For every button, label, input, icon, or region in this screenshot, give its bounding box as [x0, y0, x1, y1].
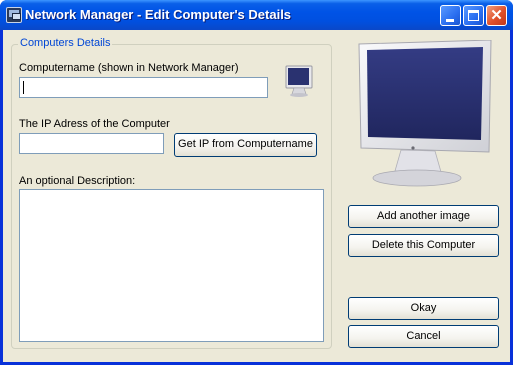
- cancel-button[interactable]: Cancel: [348, 325, 499, 348]
- delete-computer-button[interactable]: Delete this Computer: [348, 234, 499, 257]
- group-legend: Computers Details: [18, 37, 113, 49]
- computername-input[interactable]: [19, 77, 268, 98]
- okay-button[interactable]: Okay: [348, 297, 499, 320]
- monitor-icon: [285, 65, 313, 97]
- maximize-button[interactable]: [463, 5, 484, 26]
- close-button[interactable]: ✕: [486, 5, 507, 26]
- title-bar[interactable]: Network Manager - Edit Computer's Detail…: [0, 0, 513, 30]
- minimize-button[interactable]: [440, 5, 461, 26]
- text-caret: [23, 81, 24, 94]
- ip-label: The IP Adress of the Computer: [19, 118, 170, 130]
- maximize-icon: [468, 10, 479, 21]
- computername-label: Computername (shown in Network Manager): [19, 62, 239, 74]
- close-icon: ✕: [490, 7, 503, 24]
- network-manager-icon[interactable]: [6, 7, 22, 23]
- add-image-button[interactable]: Add another image: [348, 205, 499, 228]
- ip-input[interactable]: [19, 133, 164, 154]
- dialog-client-area: Computers Details Computername (shown in…: [3, 30, 510, 362]
- minimize-icon: [446, 19, 454, 22]
- description-label: An optional Description:: [19, 175, 136, 187]
- monitor-image: [358, 40, 492, 187]
- description-textarea[interactable]: [19, 189, 324, 342]
- get-ip-button[interactable]: Get IP from Computername: [174, 133, 317, 157]
- dialog-window: Network Manager - Edit Computer's Detail…: [0, 0, 513, 365]
- window-title: Network Manager - Edit Computer's Detail…: [25, 7, 292, 22]
